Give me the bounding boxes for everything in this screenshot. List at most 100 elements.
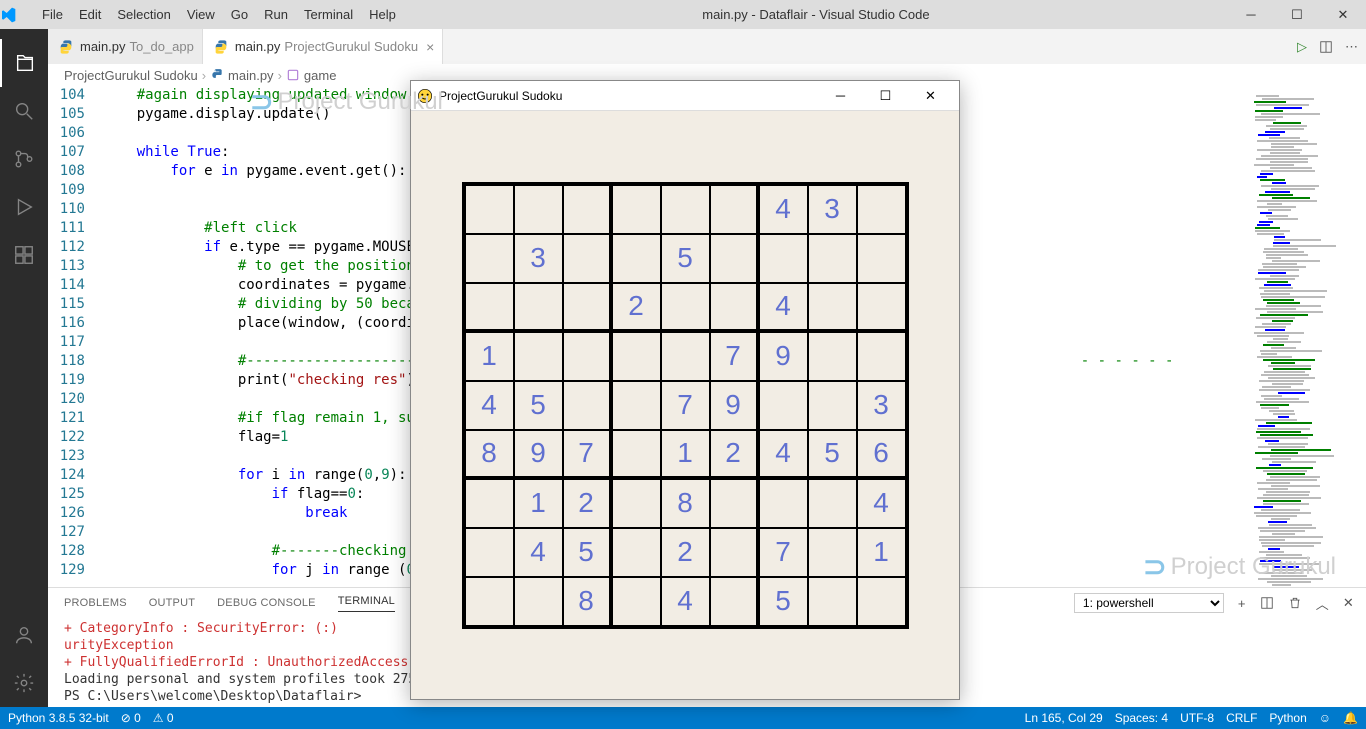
minimap[interactable] bbox=[1246, 86, 1366, 587]
sudoku-cell[interactable] bbox=[857, 283, 906, 332]
sudoku-cell[interactable] bbox=[808, 479, 857, 528]
sudoku-cell[interactable]: 2 bbox=[563, 479, 612, 528]
status-warnings[interactable]: ⚠ 0 bbox=[153, 711, 174, 725]
sudoku-cell[interactable]: 5 bbox=[759, 577, 808, 626]
sudoku-cell[interactable]: 1 bbox=[857, 528, 906, 577]
status-lang[interactable]: Python bbox=[1269, 711, 1306, 725]
sudoku-cell[interactable]: 8 bbox=[563, 577, 612, 626]
menu-terminal[interactable]: Terminal bbox=[296, 7, 361, 22]
status-spaces[interactable]: Spaces: 4 bbox=[1115, 711, 1168, 725]
sudoku-cell[interactable]: 8 bbox=[661, 479, 710, 528]
split-terminal-icon[interactable] bbox=[1260, 596, 1274, 610]
sudoku-cell[interactable]: 4 bbox=[759, 283, 808, 332]
sudoku-cell[interactable] bbox=[465, 185, 514, 234]
sudoku-cell[interactable] bbox=[661, 332, 710, 381]
sudoku-cell[interactable] bbox=[857, 234, 906, 283]
sudoku-cell[interactable]: 5 bbox=[661, 234, 710, 283]
sudoku-cell[interactable] bbox=[857, 332, 906, 381]
sudoku-app-window[interactable]: ProjectGurukul Sudoku ─ ☐ ✕ 433524179457… bbox=[410, 80, 960, 700]
sudoku-cell[interactable]: 4 bbox=[465, 381, 514, 430]
sudoku-cell[interactable] bbox=[857, 577, 906, 626]
sudoku-cell[interactable] bbox=[612, 479, 661, 528]
sudoku-cell[interactable]: 2 bbox=[661, 528, 710, 577]
sudoku-cell[interactable]: 4 bbox=[759, 430, 808, 479]
sudoku-cell[interactable]: 5 bbox=[808, 430, 857, 479]
sudoku-cell[interactable] bbox=[759, 381, 808, 430]
sudoku-cell[interactable] bbox=[661, 283, 710, 332]
sudoku-cell[interactable] bbox=[612, 332, 661, 381]
panel-tab-terminal[interactable]: TERMINAL bbox=[338, 595, 395, 612]
sudoku-cell[interactable] bbox=[612, 381, 661, 430]
panel-tab-output[interactable]: OUTPUT bbox=[149, 597, 195, 609]
sudoku-cell[interactable] bbox=[514, 185, 563, 234]
sudoku-cell[interactable] bbox=[759, 234, 808, 283]
close-button[interactable]: ✕ bbox=[1320, 0, 1366, 29]
new-terminal-icon[interactable]: + bbox=[1238, 596, 1246, 611]
sudoku-cell[interactable] bbox=[563, 283, 612, 332]
panel-tab-debug-console[interactable]: DEBUG CONSOLE bbox=[217, 597, 316, 609]
sudoku-cell[interactable] bbox=[808, 234, 857, 283]
settings-icon[interactable] bbox=[0, 659, 48, 707]
maximize-panel-icon[interactable]: ︿ bbox=[1316, 594, 1329, 613]
sudoku-cell[interactable]: 1 bbox=[465, 332, 514, 381]
status-bell[interactable]: 🔔 bbox=[1343, 711, 1358, 725]
sudoku-cell[interactable] bbox=[612, 185, 661, 234]
sudoku-cell[interactable] bbox=[465, 577, 514, 626]
sudoku-cell[interactable] bbox=[710, 185, 759, 234]
close-panel-icon[interactable]: ✕ bbox=[1343, 595, 1354, 611]
status-errors[interactable]: ⊘ 0 bbox=[121, 711, 141, 725]
sudoku-cell[interactable] bbox=[563, 381, 612, 430]
sudoku-cell[interactable] bbox=[710, 577, 759, 626]
maximize-button[interactable]: ☐ bbox=[1274, 0, 1320, 29]
sudoku-cell[interactable]: 4 bbox=[857, 479, 906, 528]
sudoku-cell[interactable] bbox=[514, 283, 563, 332]
sudoku-body[interactable]: 4335241794579389712456128445271845 bbox=[411, 111, 959, 699]
panel-tab-problems[interactable]: PROBLEMS bbox=[64, 597, 127, 609]
account-icon[interactable] bbox=[0, 611, 48, 659]
sudoku-minimize-button[interactable]: ─ bbox=[818, 82, 863, 110]
menu-selection[interactable]: Selection bbox=[109, 7, 178, 22]
sudoku-cell[interactable]: 1 bbox=[514, 479, 563, 528]
sudoku-cell[interactable] bbox=[465, 283, 514, 332]
sudoku-cell[interactable] bbox=[612, 528, 661, 577]
sudoku-cell[interactable]: 6 bbox=[857, 430, 906, 479]
sudoku-cell[interactable] bbox=[563, 332, 612, 381]
sudoku-cell[interactable]: 4 bbox=[759, 185, 808, 234]
status-encoding[interactable]: UTF-8 bbox=[1180, 711, 1214, 725]
sudoku-cell[interactable] bbox=[710, 234, 759, 283]
sudoku-cell[interactable]: 9 bbox=[514, 430, 563, 479]
sudoku-cell[interactable] bbox=[514, 577, 563, 626]
sudoku-cell[interactable]: 3 bbox=[857, 381, 906, 430]
split-editor-icon[interactable] bbox=[1319, 40, 1333, 54]
breadcrumb-folder[interactable]: ProjectGurukul Sudoku bbox=[64, 68, 198, 83]
sudoku-cell[interactable] bbox=[661, 185, 710, 234]
sudoku-cell[interactable]: 5 bbox=[514, 381, 563, 430]
sudoku-cell[interactable] bbox=[710, 479, 759, 528]
sudoku-cell[interactable] bbox=[612, 234, 661, 283]
sudoku-cell[interactable]: 2 bbox=[612, 283, 661, 332]
sudoku-cell[interactable] bbox=[710, 283, 759, 332]
run-icon[interactable]: ▷ bbox=[1297, 39, 1307, 55]
sudoku-cell[interactable] bbox=[857, 185, 906, 234]
sudoku-cell[interactable] bbox=[808, 381, 857, 430]
sudoku-cell[interactable]: 8 bbox=[465, 430, 514, 479]
menu-view[interactable]: View bbox=[179, 7, 223, 22]
menu-edit[interactable]: Edit bbox=[71, 7, 109, 22]
sudoku-cell[interactable]: 4 bbox=[661, 577, 710, 626]
source-control-icon[interactable] bbox=[0, 135, 48, 183]
status-python[interactable]: Python 3.8.5 32-bit bbox=[8, 711, 109, 725]
menu-help[interactable]: Help bbox=[361, 7, 404, 22]
sudoku-cell[interactable]: 7 bbox=[710, 332, 759, 381]
sudoku-cell[interactable] bbox=[465, 528, 514, 577]
sudoku-cell[interactable] bbox=[612, 577, 661, 626]
sudoku-cell[interactable] bbox=[808, 577, 857, 626]
tab-close-icon[interactable]: × bbox=[426, 39, 434, 55]
more-actions-icon[interactable]: ⋯ bbox=[1345, 39, 1358, 55]
sudoku-cell[interactable] bbox=[808, 283, 857, 332]
sudoku-cell[interactable]: 1 bbox=[661, 430, 710, 479]
menu-file[interactable]: File bbox=[34, 7, 71, 22]
sudoku-cell[interactable]: 3 bbox=[808, 185, 857, 234]
breadcrumb-symbol[interactable]: game bbox=[304, 68, 337, 83]
status-feedback[interactable]: ☺ bbox=[1319, 711, 1331, 725]
sudoku-cell[interactable]: 4 bbox=[514, 528, 563, 577]
